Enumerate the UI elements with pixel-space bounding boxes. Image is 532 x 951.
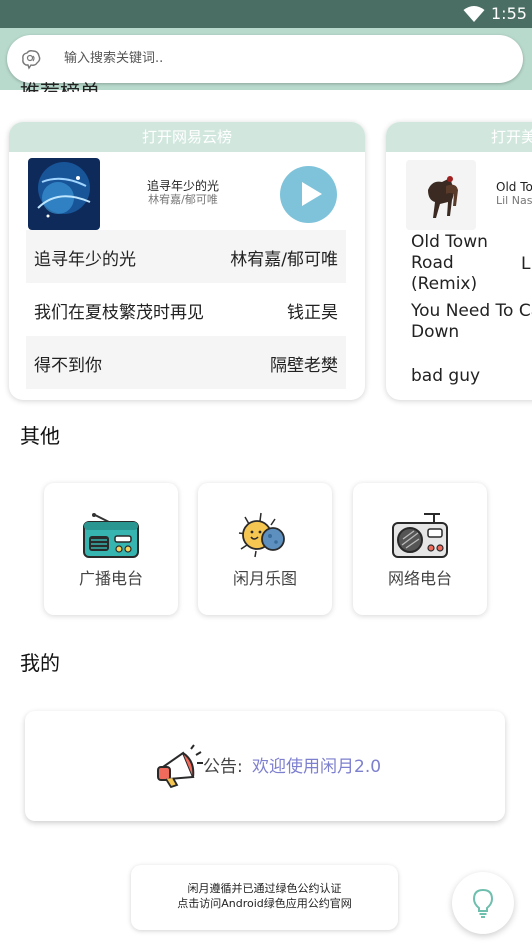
song-row[interactable]: 追寻年少的光 林宥嘉/郁可唯 [26, 230, 346, 283]
song-artist: L [521, 254, 531, 274]
megaphone-icon [157, 744, 203, 789]
song-name: 追寻年少的光 [34, 250, 136, 270]
rank-card-netease: 打开网易云榜 追寻年少的光 林宥嘉/郁可唯 追寻年少的光 林宥嘉/郁可唯 我们在… [9, 122, 365, 400]
song-row[interactable]: You Need To Ca Down [411, 301, 532, 343]
open-chart-button[interactable]: 打开美 [386, 122, 532, 152]
radio-icon [83, 513, 139, 558]
song-row[interactable]: bad guy [411, 366, 480, 387]
now-playing-artist: Lil Nas [496, 194, 532, 207]
song-name: 得不到你 [34, 356, 102, 376]
notice-message[interactable]: 欢迎使用闲月2.0 [252, 756, 381, 778]
rank-card-second: 打开美 Old To Lil Nas Old Town Road (Remix)… [386, 122, 532, 400]
album-cover[interactable] [406, 160, 476, 230]
open-chart-button[interactable]: 打开网易云榜 [9, 122, 365, 152]
section-title-other: 其他 [20, 424, 60, 448]
now-playing: Old To Lil Nas [386, 152, 532, 230]
section-title-rank: 推荐榜单 [20, 82, 100, 92]
lightbulb-icon [472, 888, 494, 918]
footer-line-2: 点击访问Android绿色应用公约官网 [177, 897, 352, 910]
lightbulb-button[interactable] [452, 872, 514, 934]
now-playing: 追寻年少的光 林宥嘉/郁可唯 [9, 152, 365, 230]
notice-card[interactable]: 公告: 欢迎使用闲月2.0 [25, 711, 505, 821]
song-artist: 林宥嘉/郁可唯 [230, 250, 338, 270]
song-name: Road [411, 253, 454, 273]
notice-label: 公告: [203, 757, 243, 777]
sun-moon-icon [238, 512, 285, 558]
tile-label: 闲月乐图 [232, 569, 297, 588]
song-name: (Remix) [411, 274, 478, 294]
song-artist: 钱正昊 [287, 303, 338, 323]
tile-label: 广播电台 [78, 569, 143, 588]
song-name: Old Town [411, 232, 488, 252]
tile-music-gallery[interactable]: 闲月乐图 [198, 483, 332, 615]
tile-radio[interactable]: 广播电台 [44, 483, 178, 615]
song-artist: 隔壁老樊 [270, 356, 338, 376]
green-convention-link[interactable]: 闲月遵循并已通过绿色公约认证 点击访问Android绿色应用公约官网 [131, 865, 398, 930]
tile-network-radio[interactable]: 网络电台 [353, 483, 487, 615]
song-row[interactable]: 我们在夏枝繁茂时再见 钱正昊 [26, 283, 346, 336]
song-row[interactable]: 得不到你 隔壁老樊 [26, 336, 346, 389]
song-name: 我们在夏枝繁茂时再见 [34, 303, 204, 323]
now-playing-artist: 林宥嘉/郁可唯 [148, 193, 218, 206]
footer-line-1: 闲月遵循并已通过绿色公约认证 [187, 882, 342, 895]
album-cover[interactable] [28, 158, 100, 230]
brain-icon[interactable] [20, 48, 42, 70]
song-name: Down [411, 322, 460, 342]
network-radio-icon [392, 513, 448, 558]
song-row[interactable]: Old Town Road (Remix) [411, 232, 488, 295]
status-time: 1:55 [491, 4, 527, 23]
song-name: bad guy [411, 366, 481, 386]
section-title-mine: 我的 [20, 651, 60, 675]
play-button[interactable] [280, 166, 337, 223]
now-playing-title: 追寻年少的光 [146, 179, 219, 193]
rank-carousel[interactable]: 打开网易云榜 追寻年少的光 林宥嘉/郁可唯 追寻年少的光 林宥嘉/郁可唯 我们在… [0, 118, 532, 408]
wifi-icon [463, 6, 485, 22]
song-name: You Need To Ca [411, 301, 532, 321]
tile-label: 网络电台 [387, 569, 452, 588]
now-playing-title: Old To [496, 180, 532, 194]
search-input[interactable]: 输入搜索关键词.. [64, 50, 163, 68]
search-bar[interactable]: 输入搜索关键词.. [7, 35, 523, 83]
status-bar: 1:55 [0, 0, 532, 28]
